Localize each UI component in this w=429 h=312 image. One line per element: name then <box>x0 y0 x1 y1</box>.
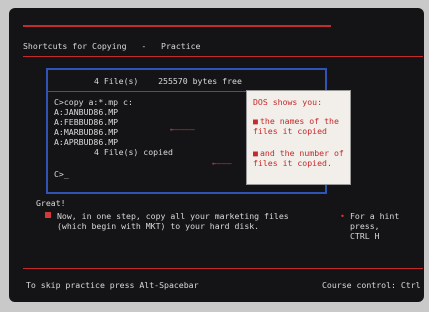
dos-command: C>copy a:*.mp c: <box>54 97 133 107</box>
feedback-text: Great! <box>36 198 66 208</box>
dos-file-line: A:JANBUD86.MP <box>54 107 119 117</box>
title-separator: - <box>141 41 147 51</box>
page-title: Shortcuts for Copying - Practice <box>23 41 200 51</box>
top-accent-bar <box>23 25 331 27</box>
dos-file-line: A:MARBUD86.MP <box>54 127 119 137</box>
dos-header-line: 4 File(s) 255570 bytes free <box>94 76 242 86</box>
callout-bullet-count: ■ and the number of files it copied. <box>253 148 348 168</box>
dos-copied-line: 4 File(s) copied <box>94 147 173 157</box>
title-subtitle: Practice <box>161 41 201 51</box>
crt-screen: Shortcuts for Copying - Practice 4 File(… <box>9 8 424 302</box>
hint-text: For a hint press, CTRL H <box>350 211 400 241</box>
callout-bullet-text: and the number of files it copied. <box>253 148 344 168</box>
title-text: Shortcuts for Copying <box>23 41 127 51</box>
bullet-icon: ■ <box>253 148 258 158</box>
skip-practice-hint: To skip practice press Alt-Spacebar <box>26 280 199 290</box>
dos-prompt: C>_ <box>54 169 69 179</box>
pointer-arrow-icon: ←——— <box>212 158 232 168</box>
hint-marker-icon: • <box>340 211 345 221</box>
callout-bullet-names: ■ the names of the files it copied <box>253 116 348 136</box>
callout-heading: DOS shows you: <box>253 97 323 107</box>
header-divider <box>23 56 423 57</box>
course-control-hint: Course control: Ctrl <box>322 280 421 290</box>
dos-file-line: A:FEBBUD86.MP <box>54 117 119 127</box>
footer-divider <box>23 268 423 269</box>
instruction-text: Now, in one step, copy all your marketin… <box>57 211 289 231</box>
callout-box: DOS shows you: ■ the names of the files i… <box>246 90 351 185</box>
dos-file-line: A:APRBUD86.MP <box>54 137 119 147</box>
callout-bullet-text: the names of the files it copied <box>253 116 339 136</box>
pointer-arrow-icon: ←———— <box>170 124 195 134</box>
bullet-icon: ■ <box>253 116 258 126</box>
instruction-marker-icon <box>45 212 51 218</box>
